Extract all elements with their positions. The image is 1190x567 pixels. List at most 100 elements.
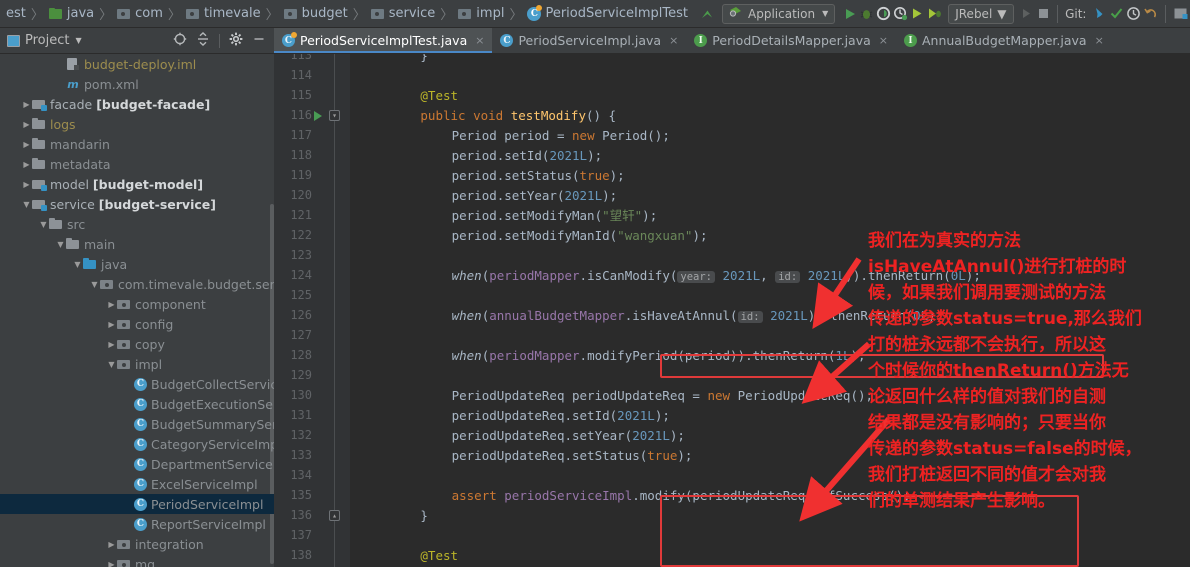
tree-row[interactable]: C ReportServiceImpl: [0, 514, 274, 534]
code-line[interactable]: period.setStatus(true);: [358, 166, 625, 186]
code-line[interactable]: when(annualBudgetMapper.isHaveAtAnnul(id…: [358, 306, 943, 326]
scroll-from-source-button[interactable]: [173, 32, 187, 49]
breadcrumb-item-com[interactable]: com: [117, 6, 163, 21]
code-line[interactable]: }: [358, 54, 428, 66]
code-line[interactable]: assert periodServiceImpl.modify(periodUp…: [358, 486, 911, 506]
chevron-right-icon[interactable]: ▶: [106, 320, 117, 329]
close-icon[interactable]: ×: [475, 34, 484, 47]
tree-row[interactable]: ▶ logs: [0, 114, 274, 134]
editor-tab-bar[interactable]: C PeriodServiceImplTest.java × C PeriodServi…: [274, 28, 1190, 54]
tree-row[interactable]: ▶ mandarin: [0, 134, 274, 154]
breadcrumb-item-timevale[interactable]: timevale: [185, 6, 261, 21]
gear-icon[interactable]: [229, 32, 243, 49]
breadcrumb-item-impl[interactable]: impl: [458, 6, 504, 21]
chevron-down-icon[interactable]: ▼: [822, 9, 828, 18]
tree-row[interactable]: ▼ main: [0, 234, 274, 254]
breadcrumb-item-service[interactable]: service: [370, 6, 435, 21]
chevron-right-icon[interactable]: ▶: [21, 100, 32, 109]
editor-gutter[interactable]: 113 114 115 116 ▾ 117 118 119 120 121 122 123 124 125…: [274, 54, 350, 567]
chevron-right-icon[interactable]: ▶: [21, 160, 32, 169]
chevron-down-icon[interactable]: ▼: [75, 36, 81, 45]
tree-row-selected[interactable]: C PeriodServiceImpl: [0, 494, 274, 514]
jrebel-selector[interactable]: JRebel ▼: [948, 3, 1014, 24]
code-line[interactable]: periodUpdateReq.setStatus(true);: [358, 446, 693, 466]
jrebel-debug-button[interactable]: [927, 4, 942, 24]
tree-row[interactable]: C CategoryServiceImp: [0, 434, 274, 454]
editor-tab[interactable]: I PeriodDetailsMapper.java ×: [686, 28, 896, 53]
tree-row[interactable]: C ExcelServiceImpl: [0, 474, 274, 494]
tree-row[interactable]: C BudgetSummaryServ: [0, 414, 274, 434]
tree-row[interactable]: ▶ component: [0, 294, 274, 314]
run-button[interactable]: [843, 4, 857, 24]
chevron-right-icon[interactable]: ▶: [106, 340, 117, 349]
tree-row[interactable]: budget-deploy.iml: [0, 54, 274, 74]
code-line[interactable]: Period period = new Period();: [358, 126, 670, 146]
close-icon[interactable]: ×: [1095, 34, 1104, 47]
chevron-right-icon[interactable]: ▶: [106, 540, 117, 549]
tree-row[interactable]: ▼ service [budget-service]: [0, 194, 274, 214]
tree-row[interactable]: ▼ src: [0, 214, 274, 234]
git-rollback-button[interactable]: [1143, 4, 1158, 24]
fold-expand-icon[interactable]: ▴: [329, 510, 340, 521]
editor-tab[interactable]: I AnnualBudgetMapper.java ×: [896, 28, 1112, 53]
tree-row[interactable]: ▶ integration: [0, 534, 274, 554]
tree-row[interactable]: m pom.xml: [0, 74, 274, 94]
window-layout-button[interactable]: [1173, 4, 1189, 24]
chevron-down-icon[interactable]: ▼: [72, 260, 83, 269]
git-update-button[interactable]: [1092, 4, 1107, 24]
run-with-coverage-button[interactable]: [876, 4, 891, 24]
chevron-down-icon[interactable]: ▼: [997, 7, 1006, 21]
hide-panel-button[interactable]: [252, 32, 266, 49]
fold-collapse-icon[interactable]: ▾: [329, 110, 340, 121]
project-tree[interactable]: budget-deploy.iml m pom.xml ▶ facade [budget…: [0, 54, 274, 567]
editor-tab[interactable]: C PeriodServiceImplTest.java ×: [274, 28, 493, 53]
tree-row[interactable]: ▶ facade [budget-facade]: [0, 94, 274, 114]
chevron-down-icon[interactable]: ▼: [55, 240, 66, 249]
tree-row[interactable]: ▶ mq: [0, 554, 274, 567]
breadcrumb-item-budget[interactable]: budget: [283, 6, 348, 21]
git-commit-button[interactable]: [1109, 4, 1124, 24]
code-line[interactable]: @Test: [358, 546, 458, 566]
breadcrumb-item-java[interactable]: java: [48, 6, 94, 21]
profile-button[interactable]: [893, 4, 908, 24]
chevron-down-icon[interactable]: ▼: [89, 280, 100, 289]
chevron-down-icon[interactable]: ▼: [38, 220, 49, 229]
code-line[interactable]: period.setYear(2021L);: [358, 186, 618, 206]
tree-row[interactable]: ▶ metadata: [0, 154, 274, 174]
editor-tab[interactable]: C PeriodServiceImpl.java ×: [492, 28, 686, 53]
chevron-down-icon[interactable]: ▼: [21, 200, 32, 209]
navigate-back-icon[interactable]: [698, 5, 716, 23]
code-line[interactable]: periodUpdateReq.setYear(2021L);: [358, 426, 685, 446]
debug-button[interactable]: [859, 4, 874, 24]
chevron-right-icon[interactable]: ▶: [21, 180, 32, 189]
tree-row[interactable]: ▼ impl: [0, 354, 274, 374]
code-line[interactable]: }: [358, 506, 428, 526]
chevron-right-icon[interactable]: ▶: [21, 140, 32, 149]
run-test-gutter-icon[interactable]: [314, 111, 322, 121]
collapse-all-button[interactable]: [196, 32, 210, 49]
breadcrumb-item-periodserviceimpltest[interactable]: C PeriodServiceImplTest: [527, 4, 688, 21]
git-history-button[interactable]: [1126, 4, 1141, 24]
tree-row[interactable]: C BudgetExecutionSer: [0, 394, 274, 414]
code-line[interactable]: period.setModifyManId("wangxuan");: [358, 226, 708, 246]
code-line[interactable]: PeriodUpdateReq periodUpdateReq = new Pe…: [358, 386, 873, 406]
tree-row[interactable]: ▼ com.timevale.budget.servi: [0, 274, 274, 294]
code-line[interactable]: @Test: [358, 86, 458, 106]
chevron-right-icon[interactable]: ▶: [21, 120, 32, 129]
run-configuration-selector[interactable]: Application ▼: [722, 3, 836, 24]
tree-row[interactable]: ▶ config: [0, 314, 274, 334]
tree-row[interactable]: C DepartmentServiceI: [0, 454, 274, 474]
code-line[interactable]: period.setId(2021L);: [358, 146, 603, 166]
tree-row[interactable]: ▼ java: [0, 254, 274, 274]
close-icon[interactable]: ×: [669, 34, 678, 47]
chevron-right-icon[interactable]: ▶: [106, 300, 117, 309]
close-icon[interactable]: ×: [879, 34, 888, 47]
chevron-right-icon[interactable]: ▶: [106, 560, 117, 567]
tree-row[interactable]: ▶ copy: [0, 334, 274, 354]
breadcrumb-item-est[interactable]: est: [2, 6, 26, 21]
code-line[interactable]: public void testModify() {: [358, 106, 616, 126]
code-line[interactable]: when(periodMapper.modifyPeriod(period)).…: [358, 346, 866, 366]
code-line[interactable]: period.setModifyMan("望轩");: [358, 206, 658, 226]
jrebel-run-button[interactable]: [910, 4, 925, 24]
tree-row[interactable]: ▶ model [budget-model]: [0, 174, 274, 194]
